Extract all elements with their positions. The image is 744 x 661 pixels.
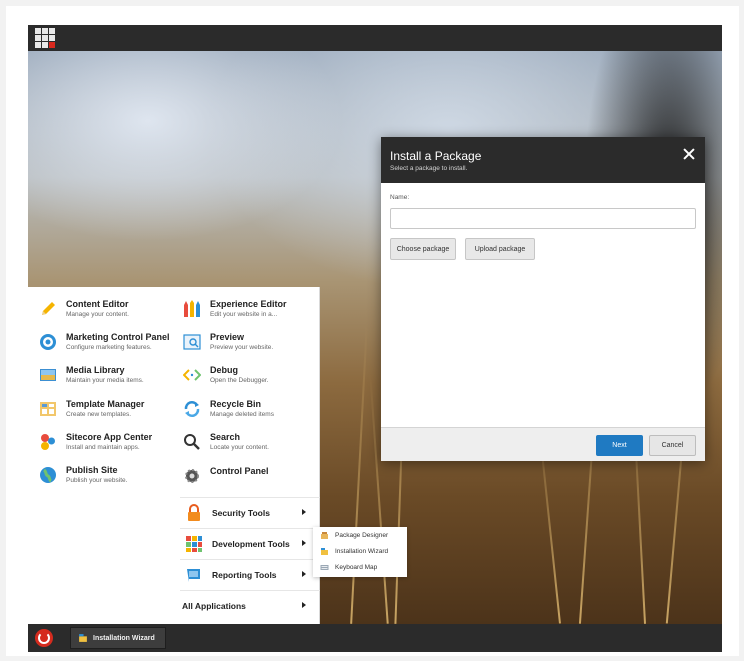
next-button[interactable]: Next	[596, 435, 643, 456]
submenu-item-package-designer[interactable]: Package Designer	[313, 527, 407, 543]
menu-item-title: Debug	[210, 365, 238, 375]
menu-item-title: Search	[210, 432, 241, 442]
globe-icon	[38, 465, 58, 485]
menu-item-desc: Manage your content.	[66, 311, 129, 318]
keyboard-icon	[320, 564, 329, 570]
upload-package-button[interactable]: Upload package	[465, 238, 535, 260]
menu-item-title: Template Manager	[66, 399, 145, 409]
package-name-input[interactable]	[390, 208, 696, 229]
submenu-item-label: Package Designer	[335, 531, 389, 539]
pencil-icon	[38, 299, 58, 319]
menu-item-experience-editor[interactable]: Experience Editor Edit your website in a.…	[182, 299, 287, 319]
menu-row-label: Reporting Tools	[212, 569, 277, 580]
cancel-button[interactable]: Cancel	[649, 435, 696, 456]
crayons-icon	[182, 299, 202, 319]
menu-item-preview[interactable]: Preview Preview your website.	[182, 332, 273, 352]
submenu-item-installation-wizard[interactable]: Installation Wizard	[313, 543, 407, 559]
menu-row-label: All Applications	[182, 600, 246, 611]
menu-row-reporting-tools[interactable]: Reporting Tools	[180, 559, 320, 589]
menu-item-content-editor[interactable]: Content Editor Manage your content.	[38, 299, 129, 319]
menu-item-title: Experience Editor	[210, 299, 287, 309]
menu-item-desc: Locate your content.	[210, 444, 269, 451]
taskbar-item-label: Installation Wizard	[93, 634, 155, 642]
menu-item-title: Recycle Bin	[210, 399, 262, 409]
menu-item-title: Preview	[210, 332, 245, 342]
taskbar: Installation Wizard	[28, 624, 722, 652]
menu-item-desc: Edit your website in a...	[210, 311, 278, 318]
menu-item-debug[interactable]: Debug Open the Debugger.	[182, 365, 269, 385]
start-menu: Content Editor Manage your content. Marke…	[28, 287, 320, 624]
menu-item-title: Media Library	[66, 365, 125, 375]
menu-row-label: Security Tools	[212, 507, 270, 518]
app-center-icon	[38, 432, 58, 452]
sitecore-logo-icon[interactable]	[35, 629, 53, 647]
development-tools-submenu: Package Designer Installation Wizard Key…	[313, 527, 407, 577]
image-library-icon	[38, 365, 58, 385]
menu-item-publish-site[interactable]: Publish Site Publish your website.	[38, 465, 127, 485]
taskbar-item-installation-wizard[interactable]: Installation Wizard	[70, 627, 166, 649]
reports-icon	[184, 565, 204, 585]
menu-item-template-manager[interactable]: Template Manager Create new templates.	[38, 399, 144, 419]
magnifier-icon	[182, 432, 202, 452]
chevron-right-icon	[302, 602, 306, 608]
menu-item-title: Publish Site	[66, 465, 118, 475]
gear-icon	[182, 466, 202, 486]
name-label: Name:	[390, 194, 410, 201]
menu-item-control-panel[interactable]: Control Panel	[182, 466, 269, 486]
template-icon	[38, 399, 58, 419]
recycle-icon	[182, 399, 202, 419]
menu-item-desc: Maintain your media items.	[66, 377, 144, 384]
menu-item-desc: Preview your website.	[210, 344, 274, 351]
menu-item-recycle-bin[interactable]: Recycle Bin Manage deleted items	[182, 399, 274, 419]
chevron-right-icon	[302, 571, 306, 577]
package-designer-icon	[321, 531, 328, 539]
target-icon	[38, 332, 58, 352]
menu-row-security-tools[interactable]: Security Tools	[180, 497, 320, 527]
menu-row-label: Development Tools	[212, 538, 290, 549]
dialog-header: Install a Package Select a package to in…	[381, 137, 705, 183]
rubiks-cube-icon	[184, 534, 204, 554]
menu-item-title: Marketing Control Panel	[66, 332, 170, 342]
menu-item-desc: Open the Debugger.	[210, 377, 269, 384]
submenu-item-label: Installation Wizard	[335, 547, 389, 555]
submenu-item-keyboard-map[interactable]: Keyboard Map	[313, 559, 407, 575]
padlock-icon	[184, 503, 204, 523]
menu-item-desc: Configure marketing features.	[66, 344, 152, 351]
menu-item-title: Sitecore App Center	[66, 432, 153, 442]
menu-item-desc: Manage deleted items	[210, 411, 274, 418]
install-package-dialog: Install a Package Select a package to in…	[381, 137, 705, 461]
menu-item-desc: Install and maintain apps.	[66, 444, 140, 451]
menu-item-title: Content Editor	[66, 299, 129, 309]
installation-wizard-icon	[321, 547, 328, 555]
menu-row-development-tools[interactable]: Development Tools	[180, 528, 320, 558]
menu-item-title: Control Panel	[210, 466, 269, 476]
code-brackets-icon	[182, 365, 202, 385]
menu-item-sitecore-app-center[interactable]: Sitecore App Center Install and maintain …	[38, 432, 152, 452]
launchpad-icon[interactable]	[35, 28, 55, 48]
installation-wizard-icon	[79, 634, 87, 642]
dialog-subtitle: Select a package to install.	[390, 165, 468, 172]
wallpaper-grass-stalk	[350, 324, 368, 624]
chevron-right-icon	[302, 509, 306, 515]
choose-package-button[interactable]: Choose package	[390, 238, 456, 260]
menu-item-desc: Publish your website.	[66, 477, 128, 484]
chevron-right-icon	[302, 540, 306, 546]
menu-row-all-applications[interactable]: All Applications	[180, 590, 320, 620]
top-bar	[28, 25, 722, 51]
submenu-item-label: Keyboard Map	[335, 563, 378, 571]
menu-item-desc: Create new templates.	[66, 411, 132, 418]
menu-item-search[interactable]: Search Locate your content.	[182, 432, 269, 452]
dialog-title: Install a Package	[390, 149, 482, 163]
menu-item-media-library[interactable]: Media Library Maintain your media items.	[38, 365, 144, 385]
preview-icon	[182, 332, 202, 352]
menu-item-marketing-control-panel[interactable]: Marketing Control Panel Configure marketi…	[38, 332, 170, 352]
close-icon[interactable]	[682, 147, 696, 161]
dialog-footer: Next Cancel	[381, 427, 705, 461]
